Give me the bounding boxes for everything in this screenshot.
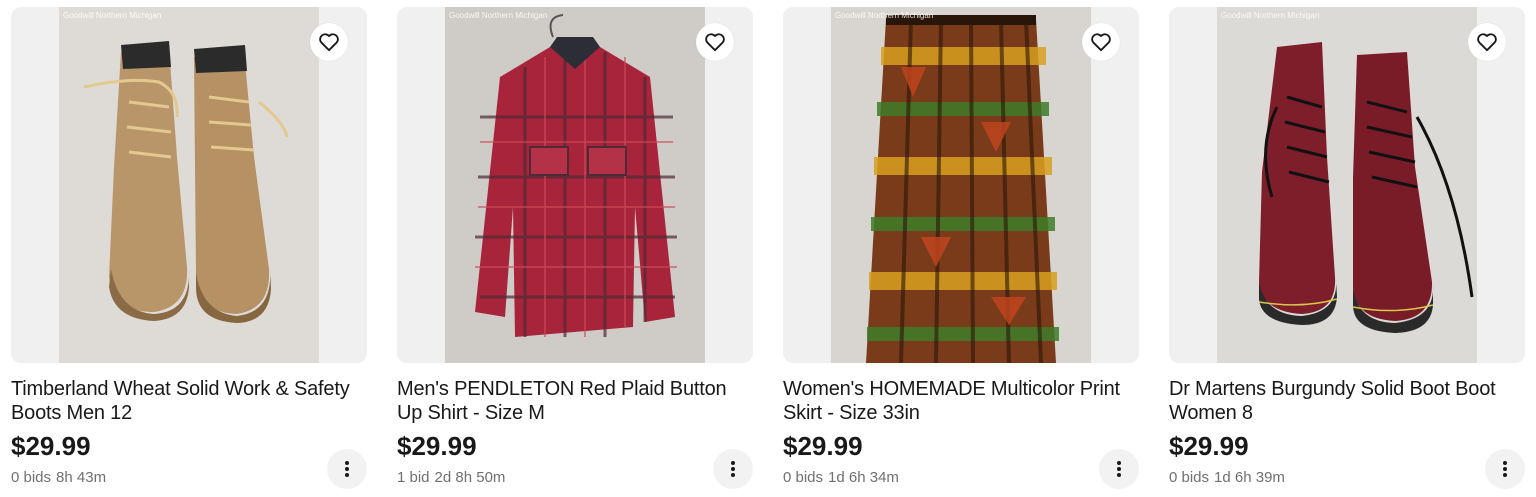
heart-icon [319,33,339,52]
listing-card: Goodwill Northern Michigan Men's PENDLET… [397,0,753,497]
listing-image[interactable]: Goodwill Northern Michigan [1169,7,1525,363]
listing-meta: 0 bids 1d 6h 39m [1169,468,1285,488]
listing-meta: 0 bids 1d 6h 34m [783,468,899,488]
time-left: 2d 8h 50m [434,469,506,486]
watermark: Goodwill Northern Michigan [835,11,934,20]
listing-price: $29.99 [1169,431,1249,461]
heart-icon [1477,33,1497,52]
more-options-button[interactable] [1485,449,1525,489]
kebab-menu-icon [1503,461,1507,477]
kebab-menu-icon [345,461,349,477]
listing-title[interactable]: Men's PENDLETON Red Plaid Button Up Shir… [397,377,753,425]
more-options-button[interactable] [713,449,753,489]
bid-count: 1 bid [397,469,430,486]
listing-meta: 1 bid 2d 8h 50m [397,468,505,488]
watermark: Goodwill Northern Michigan [1221,11,1320,20]
listing-price: $29.99 [397,431,477,461]
watch-button[interactable] [696,23,734,61]
more-options-button[interactable] [327,449,367,489]
listing-image[interactable]: Goodwill Northern Michigan [11,7,367,363]
time-left: 8h 43m [56,469,107,486]
product-photo: Goodwill Northern Michigan [1217,7,1477,363]
product-photo: Goodwill Northern Michigan [445,7,705,363]
kebab-menu-icon [1117,461,1121,477]
listing-card: Goodwill Northern Michigan Timberland Wh… [11,0,367,497]
product-photo: Goodwill Northern Michigan [59,7,319,363]
heart-icon [1091,33,1111,52]
kebab-menu-icon [731,461,735,477]
listing-meta: 0 bids 8h 43m [11,468,106,488]
listing-title[interactable]: Dr Martens Burgundy Solid Boot Boot Wome… [1169,377,1525,425]
bid-count: 0 bids [1169,469,1210,486]
heart-icon [705,33,725,52]
bid-count: 0 bids [783,469,824,486]
bid-count: 0 bids [11,469,52,486]
watch-button[interactable] [1082,23,1120,61]
listing-price: $29.99 [783,431,863,461]
product-photo: Goodwill Northern Michigan [831,7,1091,363]
listing-grid: Goodwill Northern Michigan Timberland Wh… [0,0,1536,497]
watch-button[interactable] [1468,23,1506,61]
listing-price: $29.99 [11,431,91,461]
listing-image[interactable]: Goodwill Northern Michigan [397,7,753,363]
time-left: 1d 6h 39m [1214,469,1285,486]
watch-button[interactable] [310,23,348,61]
watermark: Goodwill Northern Michigan [449,11,548,20]
listing-title[interactable]: Women's HOMEMADE Multicolor Print Skirt … [783,377,1139,425]
watermark: Goodwill Northern Michigan [63,11,162,20]
more-options-button[interactable] [1099,449,1139,489]
listing-image[interactable]: Goodwill Northern Michigan [783,7,1139,363]
listing-card: Goodwill Northern Michigan Dr Martens Bu… [1169,0,1525,497]
listing-title[interactable]: Timberland Wheat Solid Work & Safety Boo… [11,377,367,425]
time-left: 1d 6h 34m [828,469,899,486]
listing-card: Goodwill Northern Michigan Women's HOMEM… [783,0,1139,497]
